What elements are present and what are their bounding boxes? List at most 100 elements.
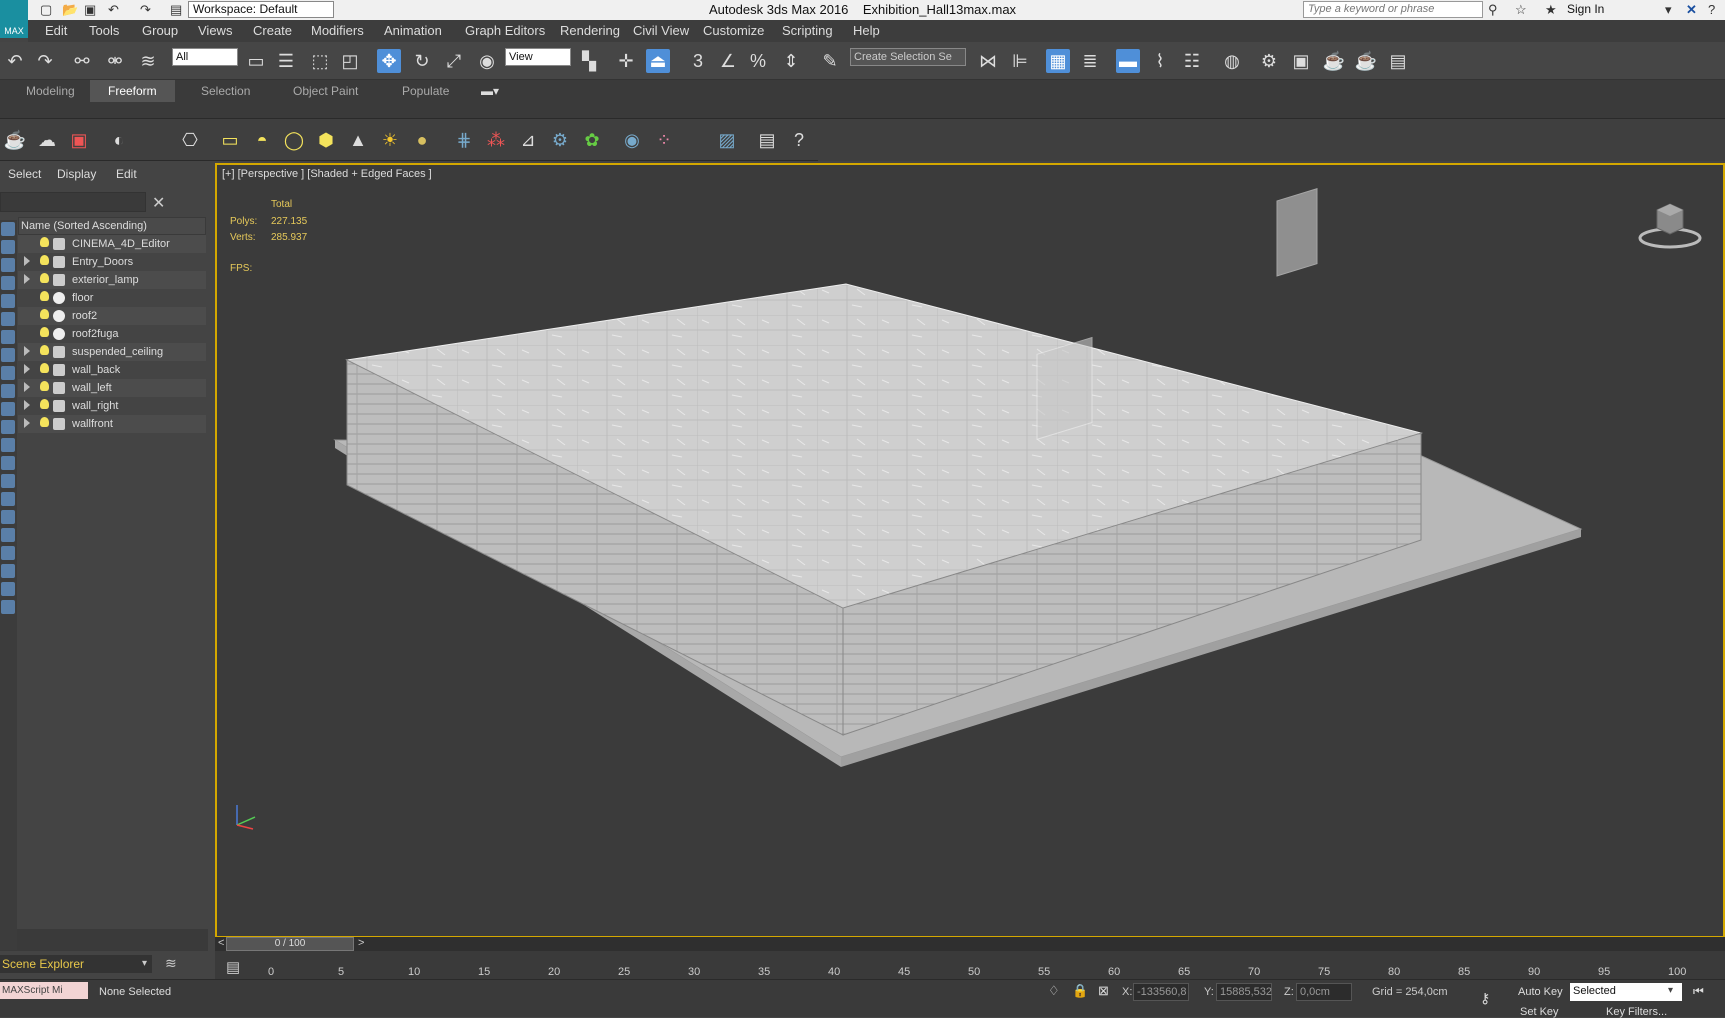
- tab-populate[interactable]: Populate: [402, 84, 449, 98]
- mirror-icon[interactable]: ⋈: [976, 49, 1000, 73]
- place-icon[interactable]: ◉: [475, 49, 499, 73]
- ref-coord-dropdown[interactable]: View: [505, 48, 571, 66]
- light-bulb-icon[interactable]: [40, 255, 49, 265]
- ribbon-options-icon[interactable]: ▬▾: [481, 84, 499, 98]
- auto-key-button[interactable]: Auto Key: [1518, 986, 1563, 998]
- perspective-viewport[interactable]: [+] [Perspective ] [Shaded + Edged Faces…: [215, 163, 1725, 938]
- app-logo[interactable]: MAX: [0, 0, 28, 38]
- filter-icon[interactable]: [1, 600, 15, 614]
- save-icon[interactable]: ▣: [84, 2, 96, 18]
- unlink-icon[interactable]: ⚮: [103, 49, 127, 73]
- selection-filter-dropdown[interactable]: All: [172, 48, 238, 66]
- explorer-row[interactable]: exterior_lamp: [18, 271, 206, 289]
- bind-space-warp-icon[interactable]: ≋: [136, 49, 160, 73]
- key-filters-button[interactable]: Key Filters...: [1606, 1006, 1667, 1018]
- menu-tools[interactable]: Tools: [89, 23, 119, 38]
- filter-icon[interactable]: [1, 276, 15, 290]
- rotate-icon[interactable]: ↻: [410, 49, 434, 73]
- render-frame-icon[interactable]: ▣: [67, 128, 91, 152]
- layers-icon[interactable]: ≋: [165, 955, 177, 972]
- next-frame-icon[interactable]: >: [358, 937, 364, 949]
- expand-arrow-icon[interactable]: [24, 382, 30, 392]
- filter-icon[interactable]: [1, 438, 15, 452]
- snaps-toggle-icon[interactable]: 3: [686, 49, 710, 73]
- filter-icon[interactable]: [1, 258, 15, 272]
- menu-create[interactable]: Create: [253, 23, 292, 38]
- percent-snap-icon[interactable]: %: [746, 49, 770, 73]
- menu-help[interactable]: Help: [853, 23, 880, 38]
- menu-modifiers[interactable]: Modifiers: [311, 23, 364, 38]
- material-sphere-icon[interactable]: ◉: [620, 128, 644, 152]
- filter-icon[interactable]: [1, 420, 15, 434]
- favorites-icon[interactable]: ☆: [1515, 2, 1527, 18]
- menu-civil-view[interactable]: Civil View: [633, 23, 689, 38]
- link-icon[interactable]: ⚯: [70, 49, 94, 73]
- render-active-icon[interactable]: ☕: [1354, 49, 1378, 73]
- filter-icon[interactable]: [1, 564, 15, 578]
- schematic-view-icon[interactable]: ☷: [1180, 49, 1204, 73]
- light-bulb-icon[interactable]: [40, 291, 49, 301]
- tape-icon[interactable]: ⊿: [516, 128, 540, 152]
- angle-snap-icon[interactable]: ∠: [716, 49, 740, 73]
- geosphere-icon[interactable]: ⬢: [314, 128, 338, 152]
- explorer-row[interactable]: roof2fuga: [18, 325, 206, 343]
- particle-icon[interactable]: ⁂: [484, 128, 508, 152]
- named-selection-dropdown[interactable]: Create Selection Se: [850, 48, 966, 66]
- spinner-snap-icon[interactable]: ⇕: [779, 49, 803, 73]
- tab-modeling[interactable]: Modeling: [26, 84, 75, 98]
- light-bulb-icon[interactable]: [40, 309, 49, 319]
- close-icon[interactable]: ✕: [152, 193, 165, 213]
- filter-icon[interactable]: [1, 366, 15, 380]
- light-bulb-icon[interactable]: [40, 399, 49, 409]
- manipulate-icon[interactable]: ✛: [614, 49, 638, 73]
- gear-icon[interactable]: ⚙: [548, 128, 572, 152]
- y-coordinate-field[interactable]: 15885,532: [1216, 983, 1272, 1001]
- explorer-column-header[interactable]: Name (Sorted Ascending): [18, 217, 206, 235]
- menu-views[interactable]: Views: [198, 23, 232, 38]
- light-bulb-icon[interactable]: [40, 237, 49, 247]
- menu-rendering[interactable]: Rendering: [560, 23, 620, 38]
- explorer-row[interactable]: wall_right: [18, 397, 206, 415]
- time-slider[interactable]: 0 / 100: [226, 937, 354, 951]
- undo-icon[interactable]: ↶: [3, 49, 27, 73]
- explorer-row[interactable]: Entry_Doors: [18, 253, 206, 271]
- new-file-icon[interactable]: ▢: [40, 2, 52, 18]
- filter-icon[interactable]: [1, 492, 15, 506]
- lock-icon[interactable]: 🔒: [1072, 983, 1088, 999]
- rendered-frame-icon[interactable]: ▣: [1289, 49, 1313, 73]
- menu-customize[interactable]: Customize: [703, 23, 764, 38]
- mini-curve-editor-icon[interactable]: ▤: [226, 958, 240, 976]
- key-icon[interactable]: ⚷: [1480, 990, 1490, 1007]
- time-slider-track[interactable]: [215, 937, 1725, 951]
- tab-selection[interactable]: Selection: [201, 84, 250, 98]
- absolute-mode-icon[interactable]: ⊠: [1098, 983, 1109, 999]
- edit-named-sets-icon[interactable]: ✎: [818, 49, 842, 73]
- filter-icon[interactable]: [1, 546, 15, 560]
- star-icon[interactable]: ★: [1545, 2, 1557, 18]
- sign-in-link[interactable]: Sign In: [1567, 2, 1604, 16]
- layer-explorer-icon[interactable]: ≣: [1078, 49, 1102, 73]
- select-by-name-icon[interactable]: ☰: [274, 49, 298, 73]
- sun-icon[interactable]: ☀: [378, 128, 402, 152]
- light-bulb-icon[interactable]: [40, 273, 49, 283]
- workspace-dropdown[interactable]: Workspace: Default: [188, 1, 334, 18]
- dropdown-arrow-icon[interactable]: ▾: [1665, 2, 1672, 18]
- render-region-icon[interactable]: ▨: [715, 128, 739, 152]
- filter-icon[interactable]: [1, 312, 15, 326]
- filter-icon[interactable]: [1, 348, 15, 362]
- plant-icon[interactable]: ✿: [580, 128, 604, 152]
- explorer-row[interactable]: roof2: [18, 307, 206, 325]
- z-coordinate-field[interactable]: 0,0cm: [1296, 983, 1352, 1001]
- light-sphere-icon[interactable]: ●: [410, 128, 434, 152]
- material-editor-icon[interactable]: ◍: [1220, 49, 1244, 73]
- menu-group[interactable]: Group: [142, 23, 178, 38]
- filter-icon[interactable]: [1, 222, 15, 236]
- explorer-menu-select[interactable]: Select: [8, 167, 41, 181]
- open-file-icon[interactable]: 📂: [62, 2, 78, 18]
- rect-selection-icon[interactable]: ⬚: [308, 49, 332, 73]
- expand-arrow-icon[interactable]: [24, 256, 30, 266]
- color-dots-icon[interactable]: ⁘: [652, 128, 676, 152]
- light-bulb-icon[interactable]: [40, 417, 49, 427]
- menu-graph-editors[interactable]: Graph Editors: [465, 23, 545, 38]
- curve-editor-icon[interactable]: ⌇: [1148, 49, 1172, 73]
